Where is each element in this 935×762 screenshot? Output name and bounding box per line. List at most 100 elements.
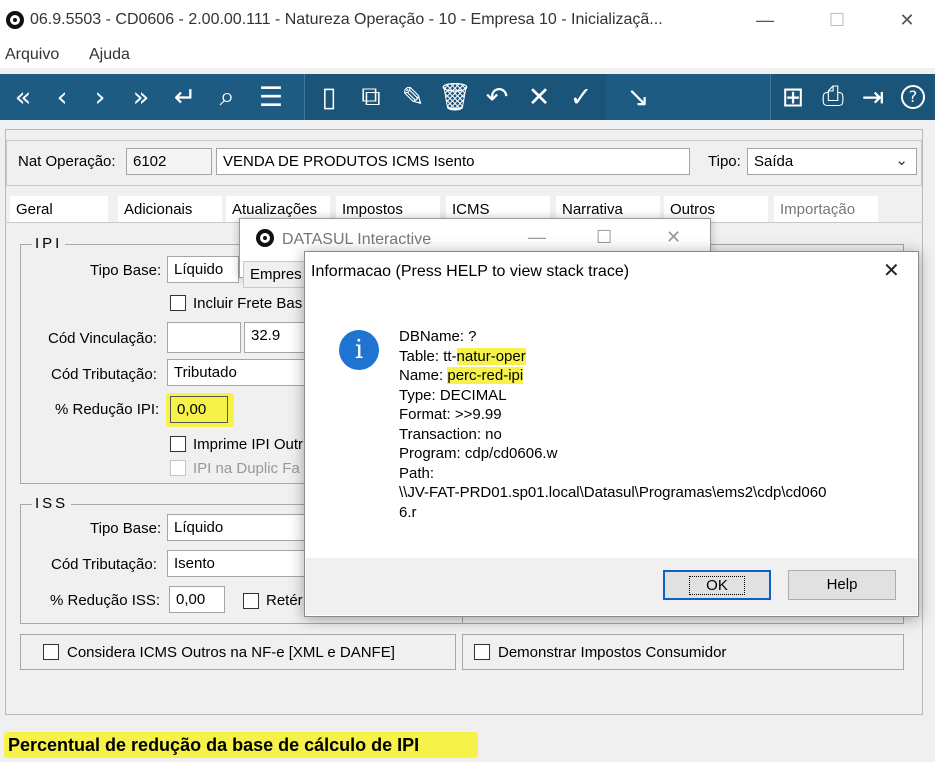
status-text: Percentual de redução da base de cálculo… bbox=[8, 735, 420, 755]
ipi-tipo-base-label: Tipo Base: bbox=[90, 262, 162, 279]
reducao-ipi-input[interactable]: 0,00 bbox=[170, 396, 228, 423]
cod-vinculacao-input[interactable] bbox=[167, 322, 241, 353]
msg-name-highlight: perc-red-ipi bbox=[447, 367, 524, 384]
dialog-footer: OK Help bbox=[306, 558, 917, 615]
minimize-button[interactable]: — bbox=[744, 4, 786, 36]
cod-vinculacao-label: Cód Vinculação: bbox=[48, 330, 157, 347]
confirm-icon[interactable]: ✓ bbox=[564, 80, 598, 114]
msg-program: Program: cdp/cd0606.w bbox=[399, 445, 558, 462]
next-record-icon[interactable]: › bbox=[86, 80, 114, 114]
menu-arquivo[interactable]: Arquivo bbox=[5, 46, 59, 64]
prev-record-icon[interactable]: ‹ bbox=[48, 80, 76, 114]
msg-table: Table: tt-natur-oper bbox=[399, 347, 826, 367]
nat-operacao-code[interactable]: 6102 bbox=[126, 148, 212, 175]
reducao-iss-label: % Redução ISS: bbox=[50, 592, 161, 609]
title-bar: 06.9.5503 - CD0606 - 2.00.00.111 - Natur… bbox=[0, 0, 935, 42]
info-dialog-close-button[interactable]: ✕ bbox=[883, 258, 900, 283]
incluir-frete-label: Incluir Frete Bas bbox=[193, 295, 303, 312]
back-maximize-button[interactable]: ☐ bbox=[596, 227, 612, 248]
msg-path-line2: 6.r bbox=[399, 503, 417, 521]
imprime-ipi-label: Imprime IPI Outr bbox=[193, 436, 304, 453]
info-dialog: Informacao (Press HELP to view stack tra… bbox=[304, 251, 919, 617]
status-bar: Percentual de redução da base de cálculo… bbox=[0, 726, 935, 762]
menu-bar: Arquivo Ajuda bbox=[0, 42, 935, 68]
info-icon: i bbox=[339, 330, 379, 370]
window-title: 06.9.5503 - CD0606 - 2.00.00.111 - Natur… bbox=[30, 11, 663, 28]
msg-transaction: Transaction: no bbox=[399, 425, 502, 443]
help-button[interactable]: Help bbox=[788, 570, 896, 600]
search-icon[interactable]: ⌕ bbox=[210, 80, 244, 114]
maximize-button[interactable]: ☐ bbox=[816, 4, 858, 36]
ipi-duplic-checkbox[interactable] bbox=[170, 460, 186, 480]
goto-icon[interactable]: ↵ bbox=[168, 80, 202, 114]
msg-name-prefix: Name: bbox=[399, 367, 448, 384]
tipo-select[interactable]: Saída ⌄ bbox=[747, 148, 917, 175]
ok-label: OK bbox=[689, 576, 745, 595]
iss-tipo-base-label: Tipo Base: bbox=[90, 520, 162, 537]
new-record-icon[interactable]: ▯ bbox=[312, 80, 346, 114]
datasul-dialog-logo-icon bbox=[256, 229, 274, 247]
iss-tipo-base-select[interactable]: Líquido bbox=[167, 514, 307, 541]
iss-cod-tributacao-select[interactable]: Isento bbox=[167, 550, 307, 577]
exit-icon[interactable]: ⇥ bbox=[856, 80, 890, 114]
msg-type: Type: DECIMAL bbox=[399, 386, 507, 404]
first-record-icon[interactable]: « bbox=[6, 80, 40, 114]
trend-icon[interactable]: ↘ bbox=[616, 80, 660, 114]
nat-operacao-desc[interactable]: VENDA DE PRODUTOS ICMS Isento bbox=[216, 148, 690, 175]
msg-name: Name: perc-red-ipi bbox=[399, 366, 826, 386]
incluir-frete-checkbox[interactable] bbox=[170, 295, 186, 315]
edit-record-icon[interactable]: ✎ bbox=[396, 80, 430, 114]
help-glyph: ? bbox=[901, 85, 925, 109]
ok-button[interactable]: OK bbox=[663, 570, 771, 600]
undo-icon[interactable]: ↶ bbox=[480, 80, 514, 114]
last-record-icon[interactable]: » bbox=[124, 80, 158, 114]
msg-dbname: DBName: ? bbox=[399, 328, 477, 345]
considera-icms-checkbox[interactable] bbox=[43, 644, 59, 664]
tab-adicionais[interactable]: Adicionais bbox=[118, 196, 222, 222]
print-icon[interactable]: ⎙ bbox=[816, 80, 850, 114]
imprime-ipi-checkbox[interactable] bbox=[170, 436, 186, 456]
toolbar: « ‹ › » ↵ ⌕ ☰ ▯ ⧉ ✎ 🗑 ↶ ✕ ✓ ↘ ⊞ ⎙ ⇥ ? bbox=[0, 74, 935, 120]
tree-icon[interactable]: ⊞ bbox=[776, 80, 810, 114]
help-icon[interactable]: ? bbox=[898, 80, 928, 114]
tipo-value: Saída bbox=[754, 153, 794, 170]
cod-vinculacao-number: 32.9 bbox=[244, 322, 306, 353]
tab-importacao[interactable]: Importação bbox=[774, 196, 878, 222]
message-body: DBName: ? Table: tt-natur-oper Name: per… bbox=[399, 327, 826, 522]
retem-label: Retér bbox=[266, 592, 303, 609]
reducao-iss-input[interactable]: 0,00 bbox=[169, 586, 225, 613]
back-close-button[interactable]: ✕ bbox=[666, 227, 681, 248]
retem-checkbox[interactable] bbox=[243, 593, 259, 613]
iss-group-title: ISS bbox=[32, 495, 72, 512]
close-button[interactable]: ✕ bbox=[886, 4, 928, 36]
ipi-cod-tributacao-label: Cód Tributação: bbox=[51, 366, 157, 383]
nat-operacao-label: Nat Operação: bbox=[18, 153, 116, 170]
msg-path-line1: \\JV-FAT-PRD01.sp01.local\Datasul\Progra… bbox=[399, 484, 827, 501]
tab-geral[interactable]: Geral bbox=[10, 196, 108, 222]
ipi-duplic-label: IPI na Duplic Fa bbox=[193, 460, 300, 477]
empresa-partial-label: Empres bbox=[243, 261, 305, 288]
demonstrar-impostos-checkbox[interactable] bbox=[474, 644, 490, 664]
demonstrar-impostos-label: Demonstrar Impostos Consumidor bbox=[498, 644, 727, 661]
msg-table-highlight: natur-oper bbox=[456, 347, 526, 365]
ipi-group-title: IPI bbox=[32, 235, 66, 252]
chevron-down-icon: ⌄ bbox=[895, 152, 908, 169]
filter-icon[interactable]: ☰ bbox=[254, 80, 288, 114]
menu-ajuda[interactable]: Ajuda bbox=[89, 46, 130, 64]
msg-format: Format: >>9.99 bbox=[399, 406, 502, 423]
cancel-icon[interactable]: ✕ bbox=[522, 80, 556, 114]
copy-record-icon[interactable]: ⧉ bbox=[354, 80, 388, 114]
datasul-logo-icon bbox=[6, 11, 24, 29]
delete-record-icon[interactable]: 🗑 bbox=[438, 80, 472, 114]
datasul-dialog-title: DATASUL Interactive bbox=[282, 231, 432, 248]
tipo-label: Tipo: bbox=[708, 153, 741, 170]
reducao-ipi-label: % Redução IPI: bbox=[55, 401, 160, 418]
msg-path-label: Path: bbox=[399, 464, 435, 482]
ipi-tipo-base-select[interactable]: Líquido bbox=[167, 256, 239, 283]
iss-cod-tributacao-label: Cód Tributação: bbox=[51, 556, 157, 573]
info-dialog-title: Informacao (Press HELP to view stack tra… bbox=[311, 263, 630, 280]
msg-table-prefix: Table: tt- bbox=[399, 347, 457, 365]
considera-icms-label: Considera ICMS Outros na NF-e [XML e DAN… bbox=[67, 644, 395, 661]
back-minimize-button[interactable]: — bbox=[528, 227, 546, 248]
ipi-cod-tributacao-select[interactable]: Tributado bbox=[167, 359, 307, 386]
